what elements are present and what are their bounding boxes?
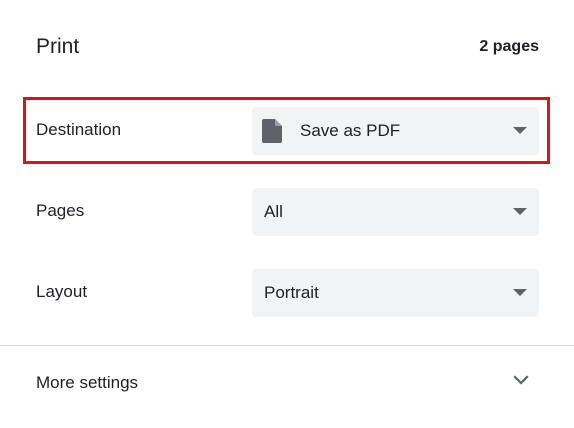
more-settings-toggle[interactable]: More settings bbox=[0, 346, 574, 422]
pages-label: Pages bbox=[36, 201, 85, 220]
pages-value: All bbox=[264, 202, 283, 221]
layout-value: Portrait bbox=[264, 283, 319, 302]
layout-label: Layout bbox=[36, 282, 88, 301]
print-dialog: Print 2 pages Destination Save as PDF Pa… bbox=[0, 0, 574, 428]
caret-down-icon bbox=[513, 127, 527, 134]
pages-select[interactable]: All bbox=[252, 188, 539, 236]
page-title: Print bbox=[36, 35, 80, 58]
document-icon bbox=[262, 119, 282, 143]
caret-down-icon bbox=[513, 208, 527, 215]
page-count: 2 pages bbox=[479, 38, 539, 55]
layout-select[interactable]: Portrait bbox=[252, 269, 539, 317]
more-settings-label: More settings bbox=[36, 373, 139, 392]
destination-select[interactable]: Save as PDF bbox=[252, 107, 539, 155]
caret-down-icon bbox=[513, 289, 527, 296]
destination-label: Destination bbox=[36, 120, 122, 139]
destination-value: Save as PDF bbox=[300, 121, 401, 140]
chevron-down-icon bbox=[513, 375, 529, 385]
